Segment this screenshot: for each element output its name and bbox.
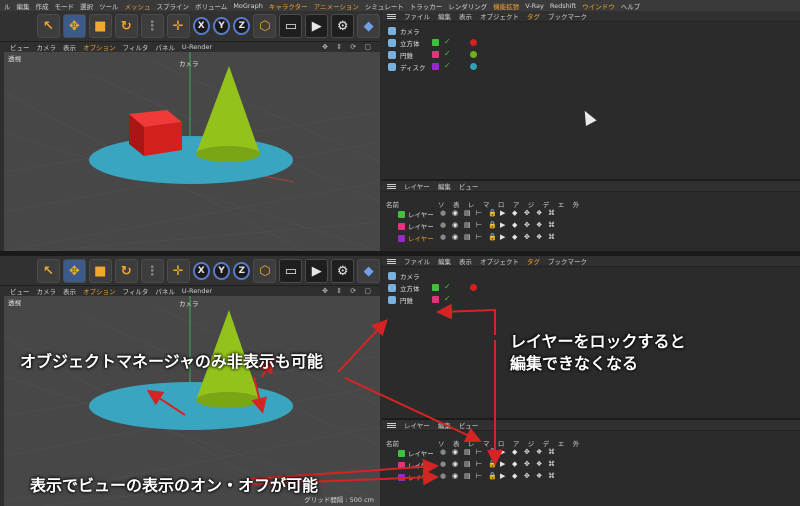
annotation-lock-line2: 編集できなくなる (510, 354, 639, 373)
arrow-to-object-manager (337, 319, 388, 373)
annotation-arrows (146, 303, 503, 486)
arrow-to-layer-header (344, 377, 482, 443)
arrow-to-hidden-object (436, 303, 496, 335)
arrow-to-cone-2 (251, 376, 267, 414)
annotation-hide-in-manager: オブジェクトマネージャのみ非表示も可能 (20, 352, 323, 371)
arrow-to-disc (146, 389, 186, 416)
annotation-view-toggle: 表示でビューの表示のオン・オフが可能 (30, 476, 319, 495)
annotation-lock-line1: レイヤーをロックすると (510, 332, 686, 351)
